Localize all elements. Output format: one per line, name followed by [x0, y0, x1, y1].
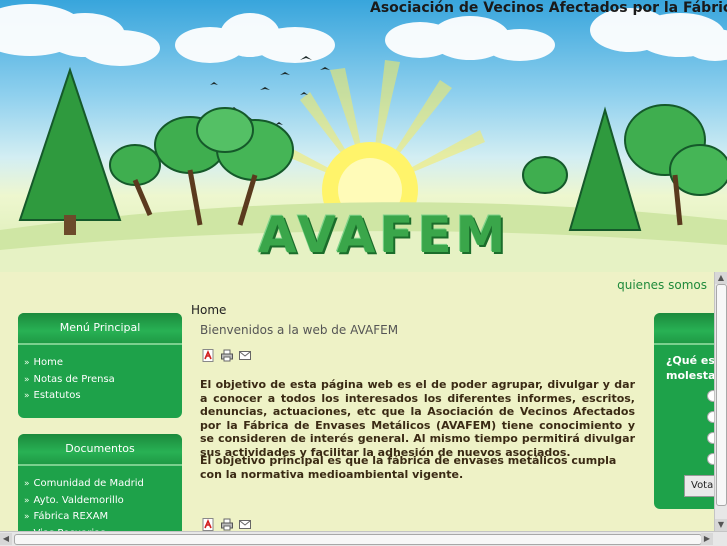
email-icon[interactable]	[239, 518, 251, 531]
menu-principal-box: Menú Principal Home Notas de Prensa Esta…	[18, 313, 182, 418]
doc-item-ayto-valdemorillo[interactable]: Ayto. Valdemorillo	[24, 493, 144, 510]
menu-item-notas-de-prensa[interactable]: Notas de Prensa	[24, 372, 115, 389]
pdf-icon[interactable]	[202, 349, 214, 362]
horizontal-scroll-thumb[interactable]	[14, 534, 702, 545]
scroll-down-arrow-icon[interactable]: ▼	[715, 519, 727, 531]
poll-question-line-2: molesta	[666, 369, 716, 382]
documentos-title: Documentos	[18, 434, 182, 466]
poll-question-line-1: ¿Qué es	[666, 354, 715, 367]
documentos-list: Comunidad de Madrid Ayto. Valdemorillo F…	[24, 476, 144, 538]
vertical-scroll-thumb[interactable]	[716, 284, 727, 506]
horizontal-scrollbar[interactable]: ◀ ▶	[0, 531, 727, 546]
menu-item-estatutos[interactable]: Estatutos	[24, 388, 115, 405]
menu-principal-title: Menú Principal	[18, 313, 182, 345]
scroll-up-arrow-icon[interactable]: ▲	[715, 272, 727, 284]
site-logo[interactable]: AVAFEM	[258, 206, 509, 264]
menu-principal-list: Home Notas de Prensa Estatutos	[24, 355, 115, 405]
print-icon[interactable]	[221, 518, 233, 531]
pdf-icon[interactable]	[202, 518, 214, 531]
doc-item-comunidad-de-madrid[interactable]: Comunidad de Madrid	[24, 476, 144, 493]
poll-question: ¿Qué es molesta	[666, 353, 715, 383]
article-title[interactable]: Bienvenidos a la web de AVAFEM	[200, 323, 398, 337]
nav-link-quienes-somos[interactable]: quienes somos	[617, 278, 707, 292]
scroll-right-arrow-icon[interactable]: ▶	[701, 533, 713, 545]
print-icon[interactable]	[221, 349, 233, 362]
header-banner: Asociación de Vecinos Afectados por la F…	[0, 0, 727, 272]
article-paragraph-2: El objetivo principal es que la fábrica …	[200, 454, 617, 481]
email-icon[interactable]	[239, 349, 251, 362]
breadcrumb[interactable]: Home	[191, 303, 226, 317]
menu-item-home[interactable]: Home	[24, 355, 115, 372]
article-paragraph-1: El objetivo de esta página web es el de …	[200, 378, 635, 459]
vertical-scrollbar[interactable]: ▲ ▼	[714, 272, 727, 531]
doc-item-fabrica-rexam[interactable]: Fábrica REXAM	[24, 509, 144, 526]
scroll-left-arrow-icon[interactable]: ◀	[0, 533, 12, 545]
documentos-box: Documentos Comunidad de Madrid Ayto. Val…	[18, 434, 182, 538]
site-title: Asociación de Vecinos Afectados por la F…	[370, 0, 727, 16]
